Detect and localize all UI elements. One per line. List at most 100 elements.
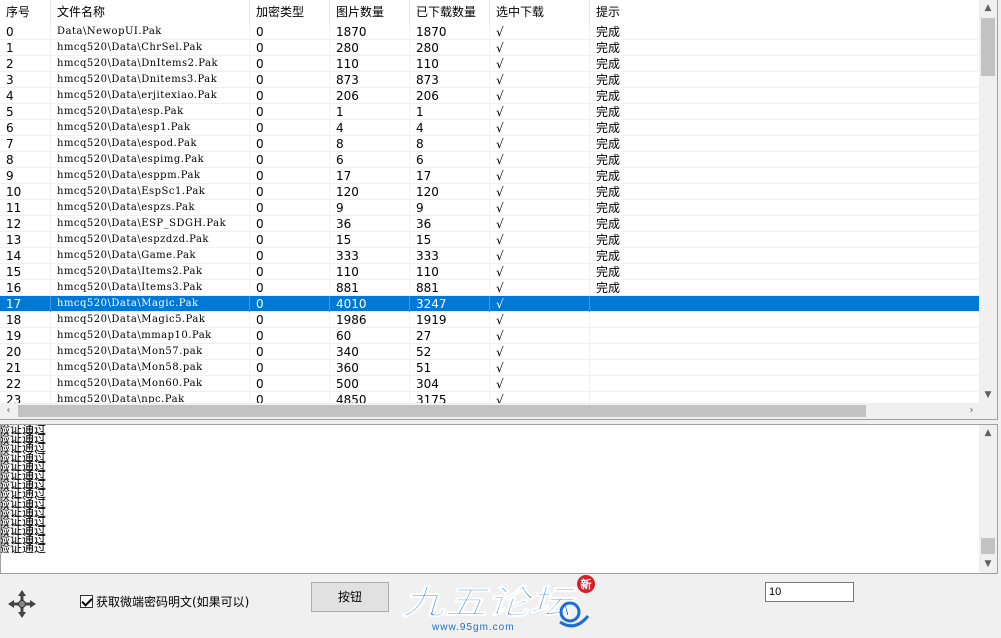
cell-filename: hmcq520\Data\mmap10.Pak [51,328,250,344]
column-header-image-count[interactable]: 图片数量 [330,0,410,24]
cell-filename: hmcq520\Data\erjitexiao.Pak [51,88,250,104]
cell-index: 10 [0,184,51,200]
cell-image-count: 110 [330,264,410,280]
cell-filename: Data\NewopUI.Pak [51,24,250,40]
cell-index: 9 [0,168,51,184]
table-row[interactable]: 17 hmcq520\Data\Magic.Pak 0 4010 3247 √ [0,296,980,312]
column-header-downloaded-count[interactable]: 已下载数量 [410,0,490,24]
cell-filename: hmcq520\Data\ChrSel.Pak [51,40,250,56]
cell-select-download: √ [490,312,590,328]
cell-downloaded-count: 1870 [410,24,490,40]
cell-encryption: 0 [250,280,330,296]
cell-index: 16 [0,280,51,296]
log-vertical-scrollbar[interactable]: ▲ ▼ [979,425,997,573]
list-vertical-scrollbar[interactable]: ▲ ▼ [979,0,997,404]
table-row[interactable]: 0 Data\NewopUI.Pak 0 1870 1870 √ 完成 [0,24,980,40]
table-row[interactable]: 18 hmcq520\Data\Magic5.Pak 0 1986 1919 √ [0,312,980,328]
table-row[interactable]: 3 hmcq520\Data\Dnitems3.Pak 0 873 873 √ 完成 [0,72,980,88]
scroll-down-arrow-icon[interactable]: ▼ [979,387,997,404]
cell-tip: 完成 [590,56,980,72]
column-header-tip[interactable]: 提示 [590,0,980,24]
log-scroll-down-arrow-icon[interactable]: ▼ [979,556,997,573]
cell-encryption: 0 [250,376,330,392]
cell-downloaded-count: 4 [410,120,490,136]
table-row[interactable]: 10 hmcq520\Data\EspSc1.Pak 0 120 120 √ 完成 [0,184,980,200]
table-row[interactable]: 14 hmcq520\Data\Game.Pak 0 333 333 √ 完成 [0,248,980,264]
cell-tip: 完成 [590,248,980,264]
cell-tip: 完成 [590,200,980,216]
number-input[interactable]: 10 [765,582,854,602]
cell-index: 15 [0,264,51,280]
log-scroll-thumb[interactable] [981,538,995,554]
cell-encryption: 0 [250,120,330,136]
checkbox-label: 获取微端密码明文(如果可以) [96,595,250,609]
table-row[interactable]: 11 hmcq520\Data\espzs.Pak 0 9 9 √ 完成 [0,200,980,216]
svg-text:九五论坛: 九五论坛 [401,583,577,623]
table-row[interactable]: 21 hmcq520\Data\Mon58.pak 0 360 51 √ [0,360,980,376]
log-scroll-up-arrow-icon[interactable]: ▲ [979,425,997,442]
cell-image-count: 6 [330,152,410,168]
table-row[interactable]: 16 hmcq520\Data\Items3.Pak 0 881 881 √ 完成 [0,280,980,296]
table-row[interactable]: 5 hmcq520\Data\esp.Pak 0 1 1 √ 完成 [0,104,980,120]
table-row[interactable]: 6 hmcq520\Data\esp1.Pak 0 4 4 √ 完成 [0,120,980,136]
cell-downloaded-count: 881 [410,280,490,296]
cell-select-download: √ [490,232,590,248]
cell-index: 0 [0,24,51,40]
table-row[interactable]: 20 hmcq520\Data\Mon57.pak 0 340 52 √ [0,344,980,360]
hscroll-thumb[interactable] [18,405,866,417]
cell-tip: 完成 [590,216,980,232]
column-header-filename[interactable]: 文件名称 [51,0,250,24]
cell-select-download: √ [490,264,590,280]
column-header-encryption[interactable]: 加密类型 [250,0,330,24]
table-row[interactable]: 2 hmcq520\Data\DnItems2.Pak 0 110 110 √ 完成 [0,56,980,72]
list-horizontal-scrollbar[interactable]: ‹ › [0,403,980,419]
cell-image-count: 4 [330,120,410,136]
table-row[interactable]: 15 hmcq520\Data\Items2.Pak 0 110 110 √ 完成 [0,264,980,280]
table-row[interactable]: 1 hmcq520\Data\ChrSel.Pak 0 280 280 √ 完成 [0,40,980,56]
action-button[interactable]: 按钮 [311,582,389,612]
cell-image-count: 8 [330,136,410,152]
cell-encryption: 0 [250,344,330,360]
cell-select-download: √ [490,104,590,120]
cell-image-count: 9 [330,200,410,216]
column-header-index[interactable]: 序号 [0,0,51,24]
table-row[interactable]: 13 hmcq520\Data\espzdzd.Pak 0 15 15 √ 完成 [0,232,980,248]
get-password-checkbox[interactable]: 获取微端密码明文(如果可以) [80,593,249,610]
cell-filename: hmcq520\Data\ESP_SDGH.Pak [51,216,250,232]
cell-tip: 完成 [590,104,980,120]
scroll-left-arrow-icon[interactable]: ‹ [0,403,17,419]
table-row[interactable]: 22 hmcq520\Data\Mon60.Pak 0 500 304 √ [0,376,980,392]
column-header-select-download[interactable]: 选中下载 [490,0,590,24]
scroll-right-arrow-icon[interactable]: › [963,403,980,419]
cell-downloaded-count: 110 [410,56,490,72]
checkbox-checked-icon[interactable] [80,595,93,608]
log-textbox[interactable]: 验证通过 验证通过 验证通过 验证通过 验证通过 验证通过 验证通过 验证通过 验证通过 验证通过… [0,424,998,574]
cell-index: 22 [0,376,51,392]
cell-image-count: 340 [330,344,410,360]
cell-encryption: 0 [250,168,330,184]
cell-filename: hmcq520\Data\espod.Pak [51,136,250,152]
table-row[interactable]: 19 hmcq520\Data\mmap10.Pak 0 60 27 √ [0,328,980,344]
table-row[interactable]: 12 hmcq520\Data\ESP_SDGH.Pak 0 36 36 √ 完成 [0,216,980,232]
cell-encryption: 0 [250,296,330,312]
cell-index: 3 [0,72,51,88]
cell-tip: 完成 [590,152,980,168]
cell-select-download: √ [490,344,590,360]
scroll-thumb[interactable] [981,18,995,76]
file-list-view[interactable]: 序号 文件名称 加密类型 图片数量 已下载数量 选中下载 提示 0 Data\Ne… [0,0,998,420]
table-row[interactable]: 8 hmcq520\Data\espimg.Pak 0 6 6 √ 完成 [0,152,980,168]
move-cross-icon[interactable] [6,588,38,620]
cell-select-download: √ [490,136,590,152]
cell-select-download: √ [490,216,590,232]
cell-tip: 完成 [590,72,980,88]
cell-tip [590,296,980,312]
cell-index: 8 [0,152,51,168]
table-row[interactable]: 4 hmcq520\Data\erjitexiao.Pak 0 206 206 √ 完成 [0,88,980,104]
cell-filename: hmcq520\Data\EspSc1.Pak [51,184,250,200]
cell-image-count: 280 [330,40,410,56]
cell-filename: hmcq520\Data\Magic5.Pak [51,312,250,328]
table-row[interactable]: 7 hmcq520\Data\espod.Pak 0 8 8 √ 完成 [0,136,980,152]
cell-encryption: 0 [250,264,330,280]
scroll-up-arrow-icon[interactable]: ▲ [979,0,997,17]
table-row[interactable]: 9 hmcq520\Data\esppm.Pak 0 17 17 √ 完成 [0,168,980,184]
